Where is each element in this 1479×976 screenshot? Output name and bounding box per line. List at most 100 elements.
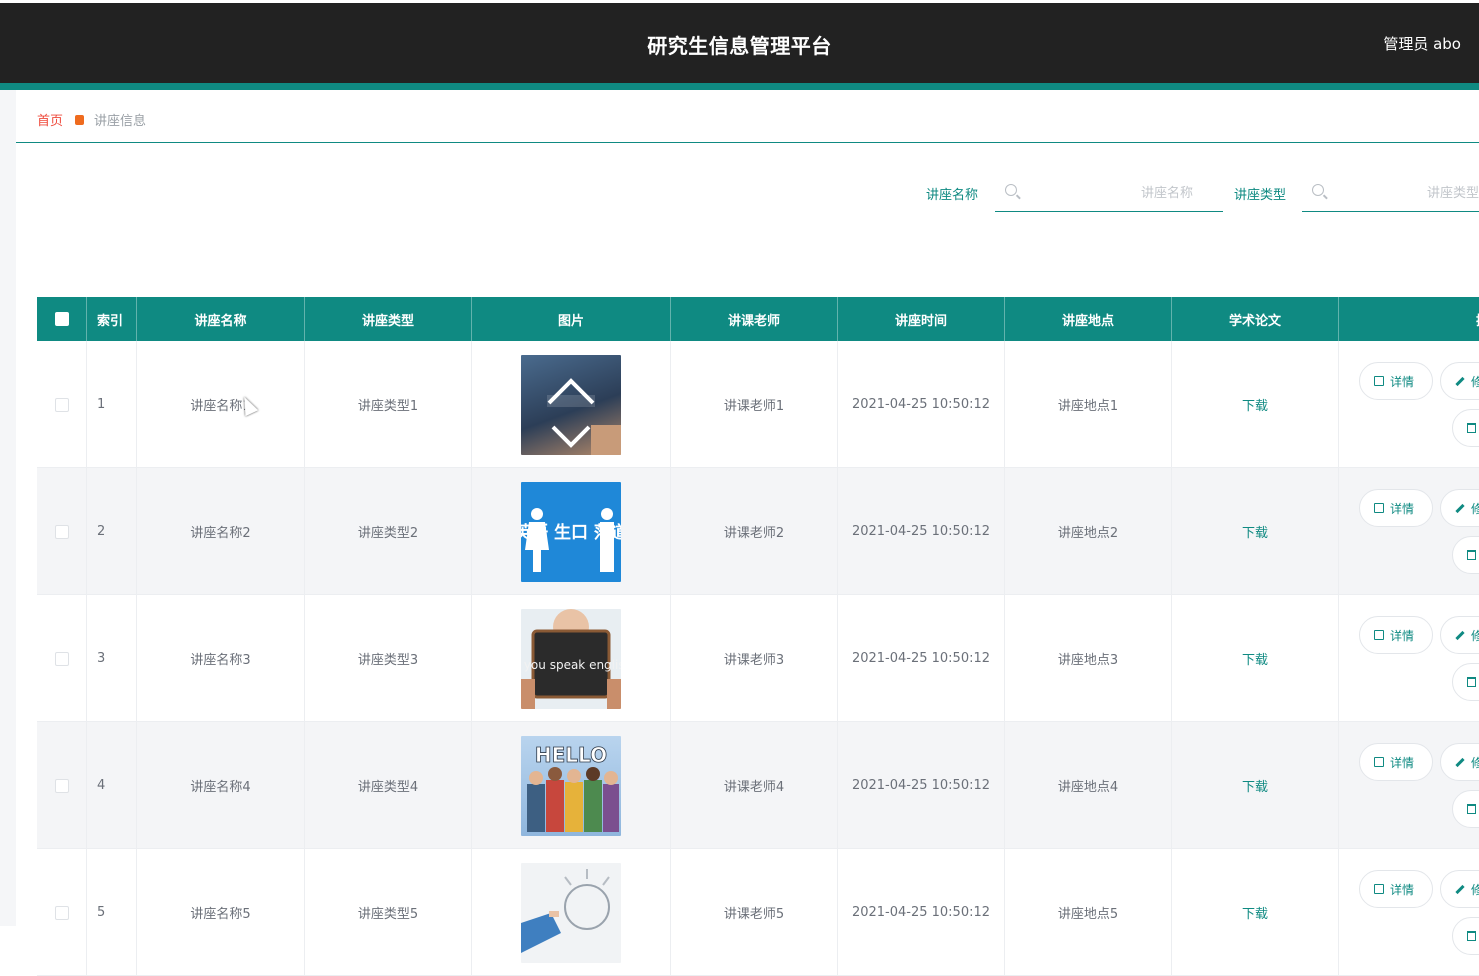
search-type-field[interactable] [1302, 178, 1479, 212]
cell-time: 2021-04-25 10:50:12 [838, 595, 1005, 722]
col-teacher: 讲课老师 [671, 297, 838, 341]
search-label-name: 讲座名称 [926, 188, 979, 203]
delete-button[interactable]: 删 [1452, 917, 1479, 955]
delete-button[interactable]: 删 [1452, 409, 1479, 447]
pencil-icon [1455, 757, 1465, 767]
row-checkbox[interactable] [54, 397, 69, 412]
document-icon [1374, 884, 1384, 894]
cell-image: 英语 生口 落道 [472, 468, 671, 595]
cell-time: 2021-04-25 10:50:12 [838, 849, 1005, 976]
table-row: 3 讲座名称3 讲座类型3 Do you speak english? 讲课老师… [37, 595, 1479, 722]
edit-button[interactable]: 修 [1440, 362, 1479, 400]
col-place: 讲座地点 [1005, 297, 1172, 341]
lecture-photo-graphic [547, 377, 621, 455]
document-icon [1374, 757, 1384, 767]
cell-paper-download[interactable]: 下载 [1172, 468, 1339, 595]
app-title: 研究生信息管理平台 [647, 34, 832, 58]
top-bar: 研究生信息管理平台 管理员 abo [0, 3, 1479, 83]
cell-teacher: 讲课老师3 [671, 595, 838, 722]
cell-paper-download[interactable]: 下载 [1172, 849, 1339, 976]
cell-actions: 详情 修 删 [1339, 849, 1479, 976]
cell-index: 3 [87, 595, 137, 722]
detail-button[interactable]: 详情 [1359, 743, 1433, 781]
col-type: 讲座类型 [305, 297, 472, 341]
delete-button[interactable]: 删 [1452, 536, 1479, 574]
cell-image: Do you speak english? [472, 595, 671, 722]
search-name-field[interactable] [995, 178, 1223, 212]
image-caption: 英语 生口 落道 [521, 522, 621, 543]
col-image: 图片 [472, 297, 671, 341]
cell-place: 讲座地点5 [1005, 849, 1172, 976]
detail-button[interactable]: 详情 [1359, 616, 1433, 654]
table-header: 索引 讲座名称 讲座类型 图片 讲课老师 讲座时间 讲座地点 学术论文 操作 [37, 297, 1479, 341]
table-row: 5 讲座名称5 讲座类型5 讲课老师5 2021-04-25 10:50:12 … [37, 849, 1479, 976]
cell-time: 2021-04-25 10:50:12 [838, 722, 1005, 849]
cell-index: 4 [87, 722, 137, 849]
search-name-input[interactable] [1025, 182, 1193, 204]
col-time: 讲座时间 [838, 297, 1005, 341]
edit-button[interactable]: 修 [1440, 616, 1479, 654]
document-icon [1374, 376, 1384, 386]
cell-index: 1 [87, 341, 137, 468]
breadcrumb-divider [16, 142, 1479, 143]
lecture-image[interactable]: 英语 生口 落道 [521, 481, 621, 582]
col-actions: 操作 [1339, 297, 1479, 341]
cell-paper-download[interactable]: 下载 [1172, 341, 1339, 468]
accent-bar [0, 83, 1479, 90]
cell-place: 讲座地点4 [1005, 722, 1172, 849]
english-corner-graphic: 英语 生口 落道 [521, 507, 621, 572]
detail-button[interactable]: 详情 [1359, 489, 1433, 527]
edit-button[interactable]: 修 [1440, 870, 1479, 908]
cell-name: 讲座名称4 [137, 722, 305, 849]
hello-people-graphic: HELLO [527, 742, 619, 832]
business-training-graphic [521, 868, 610, 953]
select-all-checkbox[interactable] [54, 312, 69, 326]
lecture-image[interactable] [521, 354, 621, 455]
trash-icon [1467, 804, 1476, 814]
lecture-image[interactable] [521, 862, 621, 963]
delete-button[interactable]: 删 [1452, 790, 1479, 828]
edit-button[interactable]: 修 [1440, 743, 1479, 781]
cell-image: HELLO [472, 722, 671, 849]
cell-type: 讲座类型2 [305, 468, 472, 595]
document-icon [1374, 630, 1384, 640]
pencil-icon [1455, 503, 1465, 513]
row-checkbox[interactable] [54, 651, 69, 666]
select-all-cell[interactable] [37, 297, 87, 341]
cell-teacher: 讲课老师5 [671, 849, 838, 976]
cell-actions: 详情 修 删 [1339, 468, 1479, 595]
user-label[interactable]: 管理员 abo [1383, 33, 1461, 54]
left-gutter [0, 90, 16, 926]
detail-button[interactable]: 详情 [1359, 870, 1433, 908]
search-type-input[interactable] [1332, 182, 1479, 204]
cell-teacher: 讲课老师4 [671, 722, 838, 849]
row-checkbox[interactable] [54, 778, 69, 793]
delete-button[interactable]: 删 [1452, 663, 1479, 701]
cell-time: 2021-04-25 10:50:12 [838, 468, 1005, 595]
col-index: 索引 [87, 297, 137, 341]
document-icon [1374, 503, 1384, 513]
cell-teacher: 讲课老师1 [671, 341, 838, 468]
cell-paper-download[interactable]: 下载 [1172, 595, 1339, 722]
cell-actions: 详情 修 删 [1339, 341, 1479, 468]
breadcrumb-current: 讲座信息 [94, 114, 147, 129]
lecture-image[interactable]: HELLO [521, 735, 621, 836]
cell-image [472, 849, 671, 976]
image-caption: Do you speak english? [521, 658, 621, 672]
cell-time: 2021-04-25 10:50:12 [838, 341, 1005, 468]
cell-paper-download[interactable]: 下载 [1172, 722, 1339, 849]
col-paper: 学术论文 [1172, 297, 1339, 341]
trash-icon [1467, 931, 1476, 941]
row-checkbox[interactable] [54, 524, 69, 539]
edit-button[interactable]: 修 [1440, 489, 1479, 527]
lecture-image[interactable]: Do you speak english? [521, 608, 621, 709]
row-checkbox[interactable] [54, 905, 69, 920]
search-label-type: 讲座类型 [1234, 188, 1287, 203]
detail-button[interactable]: 详情 [1359, 362, 1433, 400]
cell-name: 讲座名称3 [137, 595, 305, 722]
breadcrumb-separator-icon [75, 114, 85, 125]
breadcrumb-home[interactable]: 首页 [37, 110, 63, 129]
cell-name: 讲座名称2 [137, 468, 305, 595]
cell-place: 讲座地点2 [1005, 468, 1172, 595]
cell-place: 讲座地点3 [1005, 595, 1172, 722]
